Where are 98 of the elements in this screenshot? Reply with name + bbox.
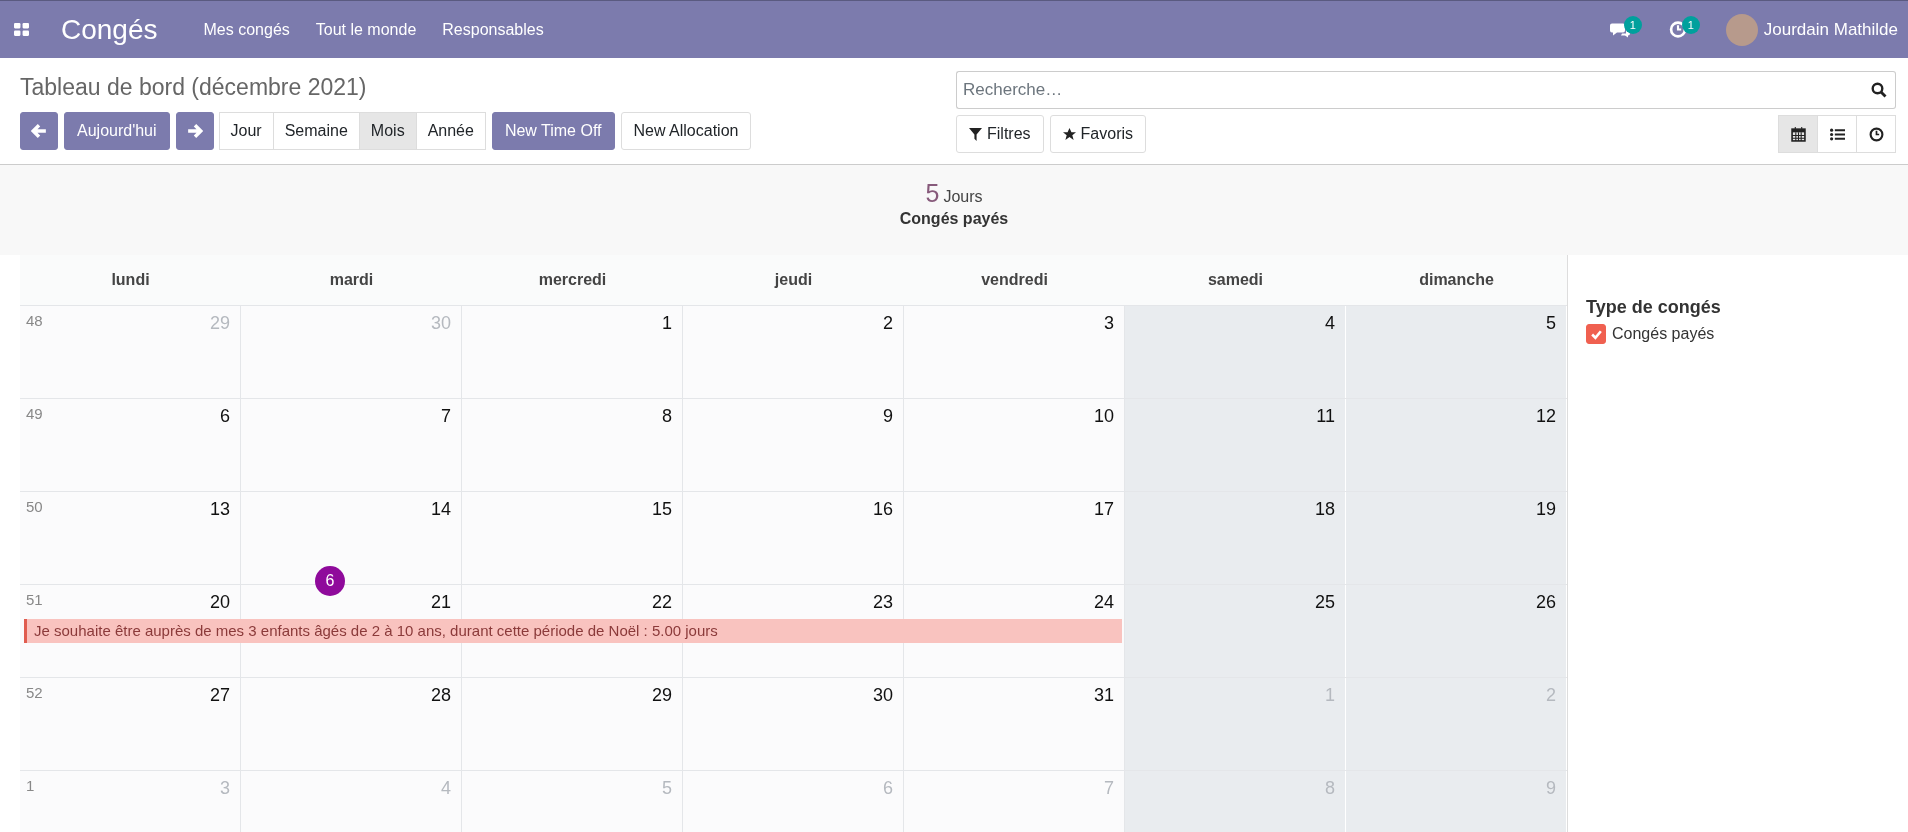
scale-tab[interactable]: Mois	[358, 112, 417, 150]
favorites-button[interactable]: Favoris	[1049, 115, 1146, 153]
day-number: 24	[1093, 592, 1114, 613]
weekday-header: lundi	[110, 270, 151, 290]
day-number: 7	[1104, 778, 1114, 799]
left-arrow-icon	[31, 123, 47, 139]
calendar-view-button[interactable]	[1778, 115, 1818, 153]
next-button[interactable]	[175, 112, 214, 150]
week-number: 48	[26, 312, 43, 329]
clock-icon	[1868, 126, 1884, 142]
day-number: 1	[662, 313, 672, 334]
apps-menu-icon[interactable]	[14, 23, 29, 36]
day-number: 6	[220, 406, 230, 427]
day-number: 26	[1535, 592, 1556, 613]
summary-count: 5	[925, 179, 940, 207]
user-name[interactable]: Jourdain Mathilde	[1763, 19, 1898, 40]
day-number: 10	[1093, 406, 1114, 427]
count-badge[interactable]: 6	[315, 566, 345, 596]
day-number: 2	[883, 313, 893, 334]
day-number: 17	[1093, 499, 1114, 520]
day-number: 25	[1314, 592, 1335, 613]
day-number: 18	[1314, 499, 1335, 520]
filter-icon	[969, 127, 982, 141]
week-number: 49	[26, 405, 43, 422]
day-number: 12	[1535, 406, 1556, 427]
day-number: 30	[430, 313, 451, 334]
day-number: 8	[662, 406, 672, 427]
day-number: 30	[872, 685, 893, 706]
filter-label: Congés payés	[1612, 325, 1715, 343]
day-number: 4	[1325, 313, 1335, 334]
day-number: 21	[430, 592, 451, 613]
day-number: 29	[651, 685, 672, 706]
summary-unit: Jours	[943, 188, 983, 205]
previous-button[interactable]	[20, 112, 58, 150]
weekend-day-cell[interactable]: 12	[1346, 399, 1567, 491]
day-number: 27	[209, 685, 230, 706]
action-button[interactable]: New Time Off	[491, 112, 615, 150]
day-number: 7	[441, 406, 451, 427]
weekend-day-cell[interactable]: 18	[1125, 492, 1346, 584]
weekend-day-cell[interactable]: 25	[1125, 585, 1346, 677]
day-number: 22	[651, 592, 672, 613]
notification-badge: 1	[1681, 15, 1700, 34]
day-number: 5	[1546, 313, 1556, 334]
day-number: 29	[209, 313, 230, 334]
star-icon	[1062, 127, 1076, 141]
filter-checkbox[interactable]	[1586, 324, 1606, 344]
app-title: Congés	[61, 13, 158, 46]
list-view-button[interactable]	[1817, 115, 1857, 153]
list-icon	[1829, 126, 1845, 142]
weekend-day-cell[interactable]: 4	[1125, 306, 1346, 398]
weekday-header: mardi	[328, 270, 375, 290]
weekend-day-cell[interactable]: 19	[1346, 492, 1567, 584]
day-number: 3	[220, 778, 230, 799]
calendar-event[interactable]: Je souhaite être auprès de mes 3 enfants âgés de 2 à 10 ans, durant cette période de Noël : 5.00 jours	[24, 619, 1122, 643]
today-button[interactable]: Aujourd'hui	[64, 112, 170, 150]
weekday-header: dimanche	[1418, 270, 1495, 290]
week-number: 52	[26, 684, 43, 701]
day-number: 14	[430, 499, 451, 520]
week-number: 51	[26, 591, 43, 608]
weekend-day-cell[interactable]: 5	[1346, 306, 1567, 398]
week-number: 1	[26, 777, 35, 794]
day-number: 15	[651, 499, 672, 520]
day-number: 31	[1093, 685, 1114, 706]
day-number: 23	[872, 592, 893, 613]
day-number: 5	[662, 778, 672, 799]
sidebar-title: Type de congés	[1586, 297, 1722, 318]
nav-menu-item[interactable]: Responsables	[442, 20, 544, 39]
scale-tab[interactable]: Année	[415, 112, 486, 150]
weekday-header: vendredi	[980, 270, 1049, 290]
day-number: 28	[430, 685, 451, 706]
calendar-icon	[1790, 126, 1806, 142]
scale-tab[interactable]: Semaine	[272, 112, 360, 150]
day-number: 19	[1535, 499, 1556, 520]
day-number: 20	[209, 592, 230, 613]
day-number: 9	[883, 406, 893, 427]
day-number: 3	[1104, 313, 1114, 334]
clock-icon[interactable]	[1667, 21, 1688, 38]
weekend-day-cell[interactable]: 26	[1346, 585, 1567, 677]
action-button[interactable]: New Allocation	[620, 112, 752, 150]
filters-button[interactable]: Filtres	[956, 115, 1044, 153]
page-title: Tableau de bord (décembre 2021)	[20, 74, 368, 101]
activity-view-button[interactable]	[1856, 115, 1896, 153]
weekend-day-cell[interactable]: 11	[1125, 399, 1346, 491]
weekday-header: jeudi	[773, 270, 814, 290]
day-number: 13	[209, 499, 230, 520]
day-number: 16	[872, 499, 893, 520]
weekday-header: samedi	[1206, 270, 1265, 290]
nav-menu-item[interactable]: Mes congés	[203, 20, 290, 39]
week-number: 50	[26, 498, 43, 515]
day-number: 4	[441, 778, 451, 799]
summary-label: Congés payés	[898, 210, 1010, 228]
day-number: 6	[883, 778, 893, 799]
nav-menu-item[interactable]: Tout le monde	[315, 20, 417, 39]
weekday-header: mercredi	[537, 270, 608, 290]
day-number: 11	[1316, 406, 1335, 427]
right-arrow-icon	[186, 123, 203, 139]
notification-badge: 1	[1623, 15, 1642, 34]
scale-tab[interactable]: Jour	[218, 112, 274, 150]
